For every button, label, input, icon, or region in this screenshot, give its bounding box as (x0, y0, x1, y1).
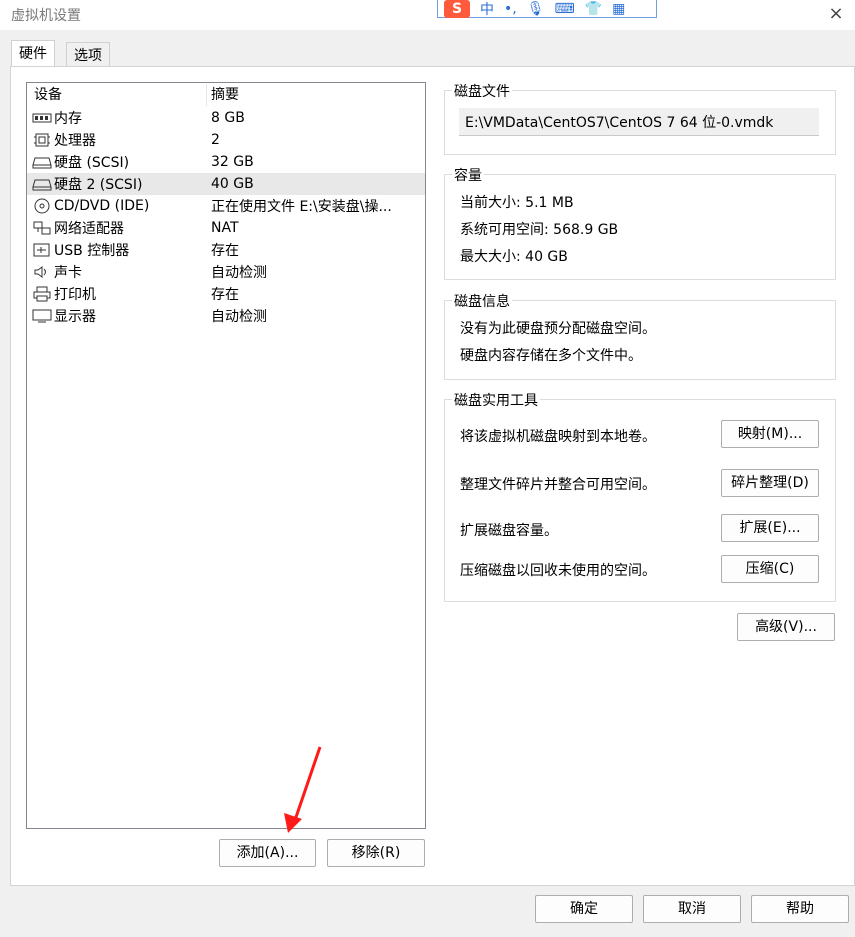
disk-info-title: 磁盘信息 (452, 291, 512, 311)
printer-icon (32, 286, 52, 302)
device-name-cell: CD/DVD (IDE) (27, 198, 207, 214)
disk-info-line-1: 没有为此硬盘预分配磁盘空间。 (460, 321, 656, 337)
column-header-device[interactable]: 设备 (27, 84, 207, 106)
device-summary: 32 GB (211, 154, 254, 170)
map-button[interactable]: 映射(M)... (721, 420, 819, 448)
device-row[interactable]: 打印机 存在 (27, 283, 425, 305)
device-name: 打印机 (54, 287, 96, 303)
device-name-cell: 打印机 (27, 284, 207, 304)
device-name: 声卡 (54, 265, 82, 281)
device-row[interactable]: 内存 8 GB (27, 107, 425, 129)
device-name-cell: 内存 (27, 108, 207, 128)
window-title: 虚拟机设置 (11, 8, 81, 24)
device-summary: NAT (211, 220, 239, 236)
device-summary: 存在 (211, 287, 239, 303)
device-summary: 8 GB (211, 110, 245, 126)
device-list[interactable]: 设备 摘要 内存 8 GB 处理器 2 硬盘 (SCSI) 32 GB 硬盘 2 (SCSI… (26, 82, 426, 829)
disk-tools-title: 磁盘实用工具 (452, 390, 540, 410)
device-name-cell: 硬盘 2 (SCSI) (27, 174, 207, 194)
device-name: CD/DVD (IDE) (54, 198, 150, 214)
cancel-button[interactable]: 取消 (643, 895, 741, 923)
compact-description: 压缩磁盘以回收未使用的空间。 (460, 563, 656, 579)
memory-icon (32, 110, 52, 126)
expand-description: 扩展磁盘容量。 (460, 523, 558, 539)
expand-button[interactable]: 扩展(E)... (721, 514, 819, 542)
tab-hardware[interactable]: 硬件 (11, 40, 55, 67)
map-description: 将该虚拟机磁盘映射到本地卷。 (460, 429, 656, 445)
device-name: 处理器 (54, 133, 96, 149)
compact-button[interactable]: 压缩(C) (721, 555, 819, 583)
help-button[interactable]: 帮助 (751, 895, 849, 923)
hard-disk-icon (32, 154, 52, 170)
device-summary: 2 (211, 132, 220, 148)
disk-info-group: 磁盘信息 (444, 291, 836, 380)
cd-dvd-icon (32, 198, 52, 214)
device-name: 网络适配器 (54, 221, 124, 237)
device-row[interactable]: 处理器 2 (27, 129, 425, 151)
toolbox-icon[interactable]: ▦ (612, 1, 625, 17)
device-name-cell: 显示器 (27, 306, 207, 326)
device-summary: 自动检测 (211, 265, 267, 281)
device-name: 硬盘 (SCSI) (54, 155, 130, 171)
network-adapter-icon (32, 220, 52, 236)
column-header-summary[interactable]: 摘要 (207, 84, 239, 106)
keyboard-icon[interactable]: ⌨ (555, 1, 575, 17)
device-name-cell: 硬盘 (SCSI) (27, 152, 207, 172)
max-size-text: 最大大小: 40 GB (460, 249, 568, 265)
device-name-cell: 网络适配器 (27, 218, 207, 238)
disk-info-line-2: 硬盘内容存储在多个文件中。 (460, 348, 642, 364)
device-name: USB 控制器 (54, 243, 130, 259)
hard-disk-icon (32, 176, 52, 192)
defragment-button[interactable]: 碎片整理(D) (721, 469, 819, 497)
disk-file-title: 磁盘文件 (452, 81, 512, 101)
disk-file-path-field[interactable]: E:\VMData\CentOS7\CentOS 7 64 位-0.vmdk (459, 108, 819, 136)
close-icon[interactable]: × (825, 3, 847, 25)
available-space-text: 系统可用空间: 568.9 GB (460, 222, 619, 238)
add-device-button[interactable]: 添加(A)... (219, 839, 316, 867)
device-summary: 正在使用文件 E:\安装盘\操... (211, 199, 392, 215)
current-size-text: 当前大小: 5.1 MB (460, 195, 574, 211)
ime-toolbar: S 中 •, 🎙 ⌨ 👕 ▦ (437, 0, 657, 18)
usb-icon (32, 242, 52, 258)
ime-punctuation-icon[interactable]: •, (504, 1, 517, 17)
remove-device-button[interactable]: 移除(R) (327, 839, 425, 867)
device-summary: 存在 (211, 243, 239, 259)
device-row[interactable]: 网络适配器 NAT (27, 217, 425, 239)
device-summary: 自动检测 (211, 309, 267, 325)
device-row[interactable]: 硬盘 2 (SCSI) 40 GB (27, 173, 425, 195)
device-name-cell: 声卡 (27, 262, 207, 282)
sound-icon (32, 264, 52, 280)
skin-icon[interactable]: 👕 (585, 1, 602, 17)
device-row[interactable]: USB 控制器 存在 (27, 239, 425, 261)
device-name: 显示器 (54, 309, 96, 325)
device-row[interactable]: 硬盘 (SCSI) 32 GB (27, 151, 425, 173)
ok-button[interactable]: 确定 (535, 895, 633, 923)
capacity-title: 容量 (452, 165, 484, 185)
device-list-header: 设备 摘要 (27, 83, 425, 107)
title-bar: 虚拟机设置 × (0, 0, 855, 30)
device-name-cell: USB 控制器 (27, 240, 207, 260)
display-icon (32, 308, 52, 324)
device-summary: 40 GB (211, 176, 254, 192)
device-row[interactable]: CD/DVD (IDE) 正在使用文件 E:\安装盘\操... (27, 195, 425, 217)
device-name: 内存 (54, 111, 82, 127)
device-row[interactable]: 声卡 自动检测 (27, 261, 425, 283)
device-name-cell: 处理器 (27, 130, 207, 150)
ime-logo[interactable]: S (444, 0, 470, 18)
advanced-button[interactable]: 高级(V)... (737, 613, 835, 641)
device-row[interactable]: 显示器 自动检测 (27, 305, 425, 327)
ime-mode-label[interactable]: 中 (480, 0, 494, 19)
defrag-description: 整理文件碎片并整合可用空间。 (460, 477, 656, 493)
device-name: 硬盘 2 (SCSI) (54, 177, 143, 193)
processor-icon (32, 132, 52, 148)
annotation-arrow-icon (284, 746, 322, 833)
tab-options[interactable]: 选项 (66, 42, 110, 66)
microphone-icon[interactable]: 🎙 (527, 1, 545, 17)
